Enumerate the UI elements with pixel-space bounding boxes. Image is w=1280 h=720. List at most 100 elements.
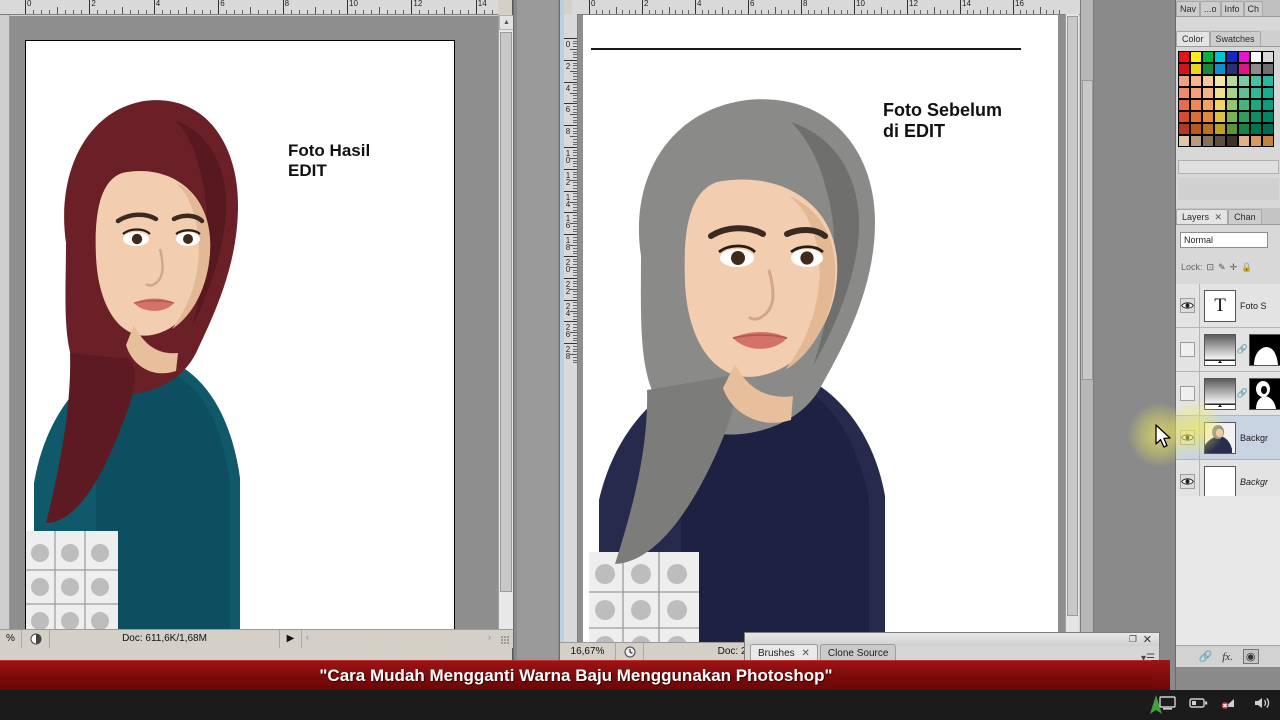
- eye-off-icon[interactable]: [1179, 386, 1195, 401]
- vscroll-thumb[interactable]: [500, 32, 512, 592]
- color-swatch[interactable]: [1190, 87, 1202, 99]
- resize-grip[interactable]: [501, 635, 510, 645]
- color-swatch[interactable]: [1262, 51, 1274, 63]
- color-swatch[interactable]: [1178, 111, 1190, 123]
- color-swatch[interactable]: [1250, 87, 1262, 99]
- color-swatch[interactable]: [1178, 135, 1190, 147]
- color-swatch[interactable]: [1214, 123, 1226, 135]
- color-swatch[interactable]: [1190, 111, 1202, 123]
- document-1-vscrollbar[interactable]: ▲ ▼: [498, 15, 514, 647]
- layer-row[interactable]: 🔗: [1176, 371, 1280, 416]
- color-swatch[interactable]: [1178, 87, 1190, 99]
- layer-thumbnail[interactable]: [1204, 421, 1236, 454]
- color-swatch[interactable]: [1202, 99, 1214, 111]
- document-2-canvas-area[interactable]: Foto Sebelum di EDIT: [578, 15, 1074, 660]
- tab-brushes[interactable]: Brushes ✕: [750, 644, 818, 661]
- layer-visibility-toggle[interactable]: [1176, 327, 1200, 372]
- color-swatch[interactable]: [1250, 51, 1262, 63]
- color-swatch[interactable]: [1250, 135, 1262, 147]
- layer-visibility-toggle[interactable]: [1176, 371, 1200, 416]
- scroll-up-arrow[interactable]: ▲: [499, 15, 514, 30]
- layer-visibility-toggle[interactable]: [1176, 415, 1200, 460]
- color-swatch[interactable]: [1214, 63, 1226, 75]
- eye-off-icon[interactable]: [1179, 342, 1195, 357]
- layer-lock-row[interactable]: Lock: ⊡ ✎ ✛ 🔒: [1181, 258, 1280, 276]
- color-swatch[interactable]: [1238, 51, 1250, 63]
- lock-image-icon[interactable]: ✎: [1218, 262, 1226, 273]
- windows-taskbar[interactable]: [0, 690, 1280, 720]
- outer-scroll-thumb[interactable]: [1082, 80, 1093, 380]
- color-swatch[interactable]: [1238, 87, 1250, 99]
- document-2-artboard[interactable]: Foto Sebelum di EDIT: [583, 15, 1058, 660]
- color-swatch[interactable]: [1214, 75, 1226, 87]
- color-swatch[interactable]: [1238, 135, 1250, 147]
- color-swatch[interactable]: [1226, 51, 1238, 63]
- blend-mode-row[interactable]: Normal: [1180, 231, 1278, 249]
- color-swatch[interactable]: [1178, 75, 1190, 87]
- link-layers-icon[interactable]: 🔗: [1198, 650, 1212, 663]
- layers-list[interactable]: T Foto S 🔗 🔗 Backgr Backgr: [1176, 283, 1280, 504]
- add-mask-icon[interactable]: ◉: [1242, 649, 1259, 664]
- color-swatch[interactable]: [1238, 99, 1250, 111]
- color-swatch[interactable]: [1190, 135, 1202, 147]
- document-2-vertical-ruler[interactable]: 0 2 4 6 8 10 12 14 16 18 20 22 24 26 28: [563, 14, 578, 660]
- color-swatch[interactable]: [1238, 123, 1250, 135]
- minimize-icon[interactable]: ❐: [1129, 634, 1137, 645]
- color-swatch[interactable]: [1178, 63, 1190, 75]
- tab-brushes-close-icon[interactable]: ✕: [801, 648, 809, 659]
- wifi-off-icon[interactable]: [1221, 696, 1240, 715]
- close-icon[interactable]: ✕: [1143, 633, 1152, 646]
- color-swatch[interactable]: [1202, 123, 1214, 135]
- document-1-canvas-area[interactable]: Foto Hasil EDIT: [10, 16, 498, 647]
- color-swatch[interactable]: [1262, 63, 1274, 75]
- color-swatch[interactable]: [1190, 99, 1202, 111]
- layer-row[interactable]: 🔗: [1176, 327, 1280, 372]
- color-swatch[interactable]: [1178, 99, 1190, 111]
- document-1-preview-icon[interactable]: [22, 629, 50, 648]
- color-swatch[interactable]: [1226, 111, 1238, 123]
- color-swatch[interactable]: [1238, 75, 1250, 87]
- color-swatch[interactable]: [1202, 51, 1214, 63]
- layer-mask-link-icon[interactable]: 🔗: [1237, 344, 1248, 355]
- color-swatch[interactable]: [1214, 135, 1226, 147]
- color-swatch[interactable]: [1262, 75, 1274, 87]
- lock-all-icon[interactable]: 🔒: [1241, 262, 1252, 273]
- color-swatch[interactable]: [1250, 99, 1262, 111]
- layers-panel-footer[interactable]: 🔗 fx. ◉: [1176, 645, 1280, 667]
- color-swatch[interactable]: [1214, 111, 1226, 123]
- color-swatch[interactable]: [1238, 111, 1250, 123]
- layer-mask-thumbnail[interactable]: [1249, 333, 1280, 366]
- tab-info[interactable]: Info: [1220, 1, 1244, 16]
- hscroll-left-arrow[interactable]: ‹: [306, 632, 309, 642]
- lock-transparency-icon[interactable]: ⊡: [1207, 262, 1215, 273]
- layer-row[interactable]: T Foto S: [1176, 283, 1280, 328]
- color-swatch[interactable]: [1262, 99, 1274, 111]
- color-swatch[interactable]: [1262, 123, 1274, 135]
- volume-icon[interactable]: [1253, 696, 1272, 715]
- document-window-1[interactable]: 0 2 4 6 8 10 12 14 Foto Hasil EDIT ▲ % D…: [0, 0, 514, 682]
- tab-channels-top[interactable]: Ch: [1243, 1, 1264, 16]
- color-swatch[interactable]: [1178, 123, 1190, 135]
- color-swatch[interactable]: [1226, 135, 1238, 147]
- document-2-horizontal-ruler[interactable]: 0 2 4 6 8 10 12 14 16: [572, 0, 1080, 15]
- color-swatch[interactable]: [1214, 99, 1226, 111]
- battery-icon[interactable]: [1189, 696, 1208, 714]
- hscroll-right-arrow[interactable]: ›: [488, 632, 491, 642]
- color-swatch[interactable]: [1202, 111, 1214, 123]
- vscroll-thumb-2[interactable]: [1067, 16, 1078, 616]
- layers-channels-tabs[interactable]: Layers ✕ Chan: [1176, 208, 1280, 225]
- layer-row[interactable]: Backgr: [1176, 415, 1280, 460]
- color-swatch[interactable]: [1226, 75, 1238, 87]
- color-swatch[interactable]: [1226, 87, 1238, 99]
- color-swatch[interactable]: [1226, 123, 1238, 135]
- document-2-vscrollbar[interactable]: [1065, 14, 1079, 647]
- color-swatch[interactable]: [1250, 63, 1262, 75]
- blend-mode-select[interactable]: Normal: [1180, 232, 1268, 248]
- color-swatch[interactable]: [1250, 123, 1262, 135]
- color-swatch[interactable]: [1190, 51, 1202, 63]
- layer-thumbnail[interactable]: [1203, 333, 1236, 366]
- tab-histogram[interactable]: ...o: [1200, 1, 1221, 16]
- tab-swatches[interactable]: Swatches: [1209, 31, 1261, 46]
- color-swatch[interactable]: [1226, 63, 1238, 75]
- color-swatch[interactable]: [1190, 123, 1202, 135]
